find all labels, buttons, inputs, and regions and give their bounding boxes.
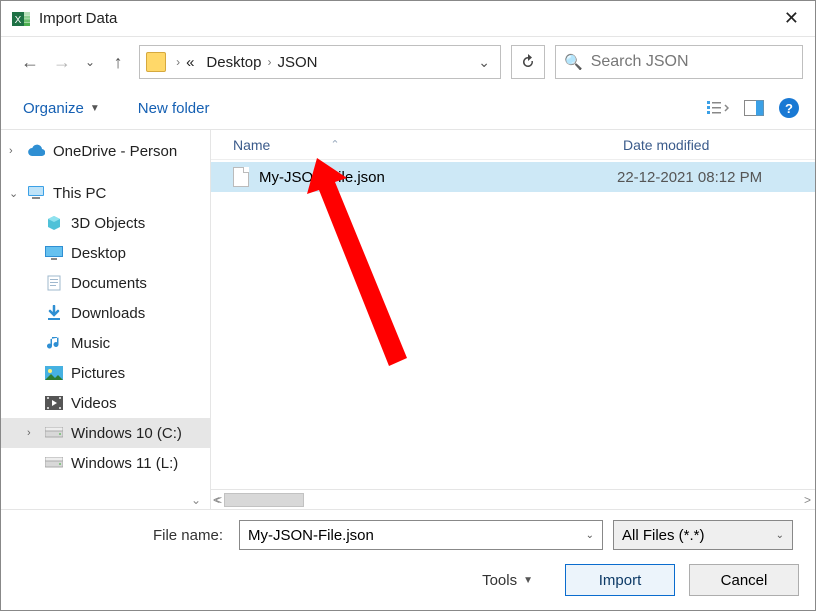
titlebar: X Import Data ✕: [1, 1, 815, 37]
column-date-modified[interactable]: Date modified: [623, 137, 815, 153]
filename-dropdown-icon[interactable]: ⌄: [586, 530, 594, 541]
history-dropdown[interactable]: ⌄: [83, 55, 97, 69]
excel-icon: X: [11, 9, 31, 29]
view-options-button[interactable]: [707, 97, 729, 119]
tree-item-label: Documents: [71, 275, 147, 292]
file-pane: Name ⌃ Date modified My-JSON-File.json22…: [211, 130, 815, 509]
videos-icon: [45, 394, 63, 412]
filename-input[interactable]: My-JSON-File.json ⌄: [239, 520, 603, 550]
tree-item-label: Windows 11 (L:): [71, 455, 178, 472]
sort-indicator-icon: ⌃: [330, 138, 339, 151]
tree-item-videos[interactable]: Videos: [1, 388, 210, 418]
tools-menu[interactable]: Tools▼: [482, 572, 533, 589]
chevron-right-icon[interactable]: ›: [9, 145, 13, 157]
tree-item-windows-10-c-[interactable]: › Windows 10 (C:): [1, 418, 210, 448]
folder-icon: [146, 52, 166, 72]
tree-item-this-pc[interactable]: ⌄ This PC: [1, 178, 210, 208]
breadcrumb-prefix: «: [186, 54, 194, 71]
body: › OneDrive - Person ⌄ This PC 3D Objects Desk…: [1, 129, 815, 510]
tree-item-3d-objects[interactable]: 3D Objects: [1, 208, 210, 238]
refresh-button[interactable]: [511, 45, 545, 79]
tree-expand-toggle[interactable]: ⌄: [191, 493, 201, 507]
file-type-filter[interactable]: All Files (*.*) ⌄: [613, 520, 793, 550]
breadcrumb-item-json[interactable]: JSON: [277, 54, 317, 71]
nav-row: ← → ⌄ ↑ › « Desktop › JSON ⌄ 🔍 Search JS…: [1, 37, 815, 87]
organize-menu[interactable]: Organize▼: [23, 100, 100, 117]
music-icon: [45, 334, 63, 352]
3d-icon: [45, 214, 63, 232]
tree-item-label: Windows 10 (C:): [71, 425, 182, 442]
tree-item-label: Videos: [71, 395, 117, 412]
horizontal-scrollbar[interactable]: <>: [211, 489, 815, 509]
file-name: My-JSON-File.json: [259, 169, 617, 186]
tree-item-documents[interactable]: Documents: [1, 268, 210, 298]
cloud-icon: [27, 142, 45, 160]
navigation-tree[interactable]: › OneDrive - Person ⌄ This PC 3D Objects Desk…: [1, 130, 211, 509]
chevron-right-icon: ›: [261, 55, 277, 69]
help-button[interactable]: ?: [779, 98, 799, 118]
column-name[interactable]: Name: [233, 137, 270, 153]
tree-item-label: Pictures: [71, 365, 125, 382]
up-button[interactable]: ↑: [107, 52, 129, 73]
file-list[interactable]: My-JSON-File.json22-12-2021 08:12 PM: [211, 160, 815, 489]
import-data-dialog: X Import Data ✕ ← → ⌄ ↑ › « Desktop › JS…: [0, 0, 816, 611]
svg-text:X: X: [15, 15, 22, 26]
preview-pane-button[interactable]: [743, 97, 765, 119]
search-placeholder: Search JSON: [591, 53, 689, 71]
filename-label: File name:: [17, 527, 229, 544]
breadcrumb-dropdown[interactable]: ⌄: [478, 54, 494, 71]
tree-item-label: OneDrive - Person: [53, 143, 177, 160]
new-folder-button[interactable]: New folder: [138, 100, 210, 117]
column-headers[interactable]: Name ⌃ Date modified: [211, 130, 815, 160]
chevron-down-icon[interactable]: ⌄: [9, 187, 18, 200]
tree-item-label: This PC: [53, 185, 106, 202]
pc-icon: [27, 184, 45, 202]
desktop-icon: [45, 244, 63, 262]
forward-button[interactable]: →: [51, 52, 73, 73]
toolbar: Organize▼ New folder ?: [1, 87, 815, 129]
breadcrumb-item-desktop[interactable]: Desktop: [206, 54, 261, 71]
breadcrumb[interactable]: › « Desktop › JSON ⌄: [139, 45, 501, 79]
tree-item-label: Downloads: [71, 305, 145, 322]
file-date: 22-12-2021 08:12 PM: [617, 169, 762, 186]
close-button[interactable]: ✕: [778, 8, 805, 29]
tree-item-downloads[interactable]: Downloads: [1, 298, 210, 328]
chevron-right-icon: ›: [170, 55, 186, 69]
tree-item-windows-11-l-[interactable]: Windows 11 (L:): [1, 448, 210, 478]
downloads-icon: [45, 304, 63, 322]
back-button[interactable]: ←: [19, 52, 41, 73]
chevron-right-icon[interactable]: ›: [27, 427, 31, 439]
filter-dropdown-icon[interactable]: ⌄: [776, 530, 784, 541]
tree-scroll-left[interactable]: <: [213, 493, 220, 507]
footer: File name: My-JSON-File.json ⌄ All Files…: [1, 510, 815, 610]
tree-item-label: 3D Objects: [71, 215, 145, 232]
drive-icon: [45, 454, 63, 472]
import-button[interactable]: Import: [565, 564, 675, 596]
tree-item-label: Desktop: [71, 245, 126, 262]
tree-item-pictures[interactable]: Pictures: [1, 358, 210, 388]
window-title: Import Data: [39, 10, 778, 27]
file-icon: [233, 167, 249, 187]
tree-item-music[interactable]: Music: [1, 328, 210, 358]
tree-item-onedrive-person[interactable]: › OneDrive - Person: [1, 136, 210, 166]
cancel-button[interactable]: Cancel: [689, 564, 799, 596]
drive-icon: [45, 424, 63, 442]
pictures-icon: [45, 364, 63, 382]
tree-item-label: Music: [71, 335, 110, 352]
search-input[interactable]: 🔍 Search JSON: [555, 45, 803, 79]
tree-item-desktop[interactable]: Desktop: [1, 238, 210, 268]
search-icon: 🔍: [564, 53, 583, 71]
file-row[interactable]: My-JSON-File.json22-12-2021 08:12 PM: [211, 162, 815, 192]
docs-icon: [45, 274, 63, 292]
